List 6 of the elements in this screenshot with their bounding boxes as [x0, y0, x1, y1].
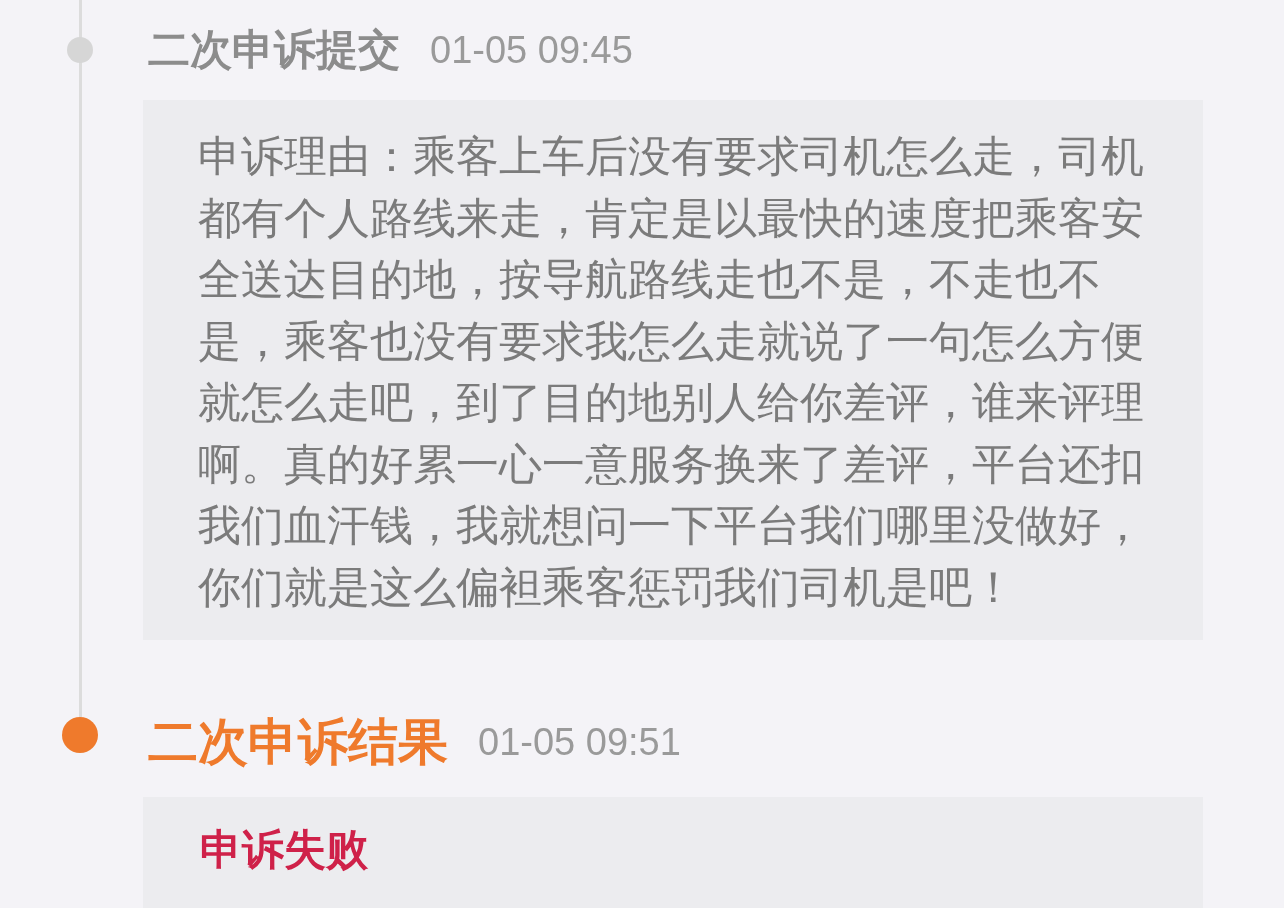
result-status-text: 申诉失败: [200, 825, 368, 875]
reason-text: 申诉理由：乘客上车后没有要求司机怎么走，司机都有个人路线来走，肯定是以最快的速度把乘客安全送达目的地，按导航路线走也不是，不走也不是，乘客也没有要求我怎么走就说了一句怎么方便就怎么走吧，到了目的地别人给你差评，谁来评理啊。真的好累一心一意服务换来了差评，平台还扣我们血汗钱，我就想问一下平台我们哪里没做好，你们就是这么偏袒乘客惩罚我们司机是吧！: [198, 131, 1145, 613]
event-time: 01-05 09:51: [478, 720, 681, 765]
event-title: 二次申诉提交: [148, 25, 400, 75]
event-title: 二次申诉结果: [148, 713, 448, 772]
event-time: 01-05 09:45: [430, 28, 633, 73]
